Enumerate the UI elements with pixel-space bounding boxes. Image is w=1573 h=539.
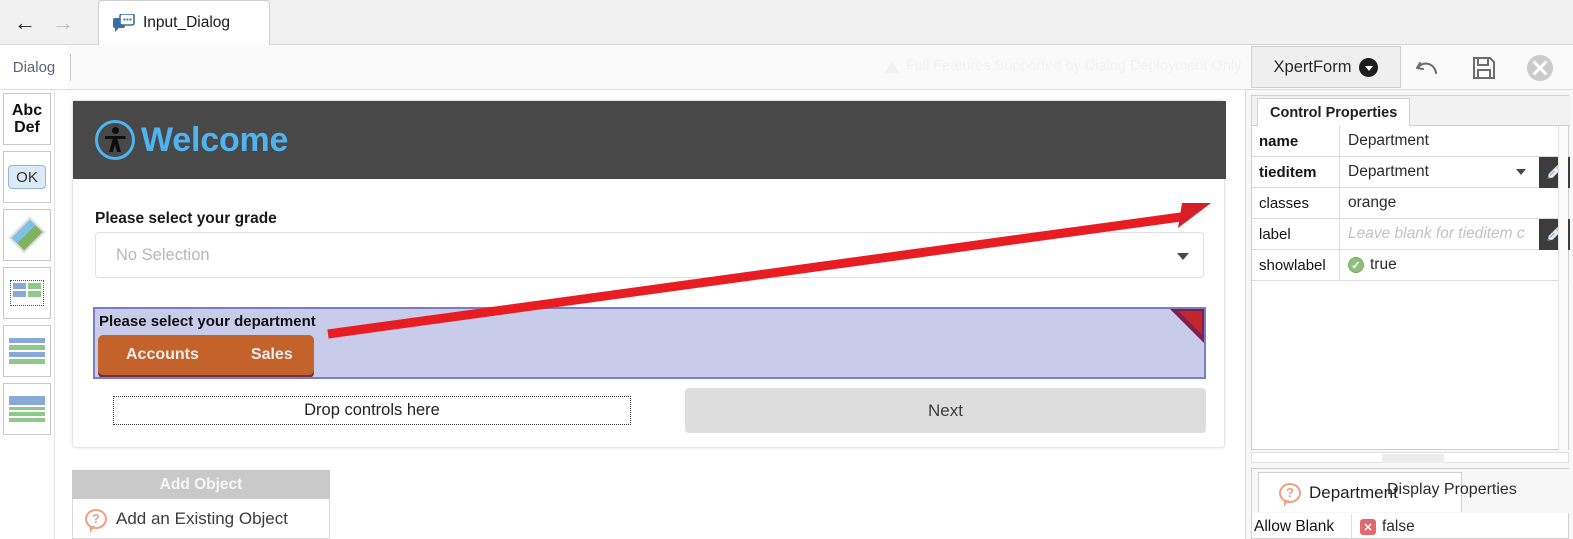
property-value[interactable]: ✓ true xyxy=(1340,250,1570,281)
palette-item-button-control[interactable]: OK xyxy=(3,151,51,203)
browser-tab-bar: ← → Input_Dialog xyxy=(0,0,1573,45)
browser-tab-title: Input_Dialog xyxy=(143,14,231,31)
display-property-value[interactable]: ✕ false xyxy=(1352,518,1570,536)
tab-display-properties[interactable]: Display Properties xyxy=(1387,481,1517,499)
property-row-tieditem[interactable]: tieditem Department xyxy=(1252,156,1570,188)
department-tab-group[interactable]: Accounts Sales xyxy=(98,335,314,375)
drop-controls-zone[interactable]: Drop controls here xyxy=(113,396,631,425)
property-value-placeholder[interactable]: Leave blank for tieditem c xyxy=(1340,219,1570,250)
xpertform-label: XpertForm xyxy=(1273,57,1352,76)
display-properties-tabstrip: ? Department Display Properties xyxy=(1252,469,1570,513)
department-field-label: Please select your department xyxy=(99,313,316,330)
add-existing-object-label: Add an Existing Object xyxy=(116,508,288,528)
selection-corner-marker-inner xyxy=(1178,311,1202,335)
grade-field-label: Please select your grade xyxy=(95,210,277,227)
add-existing-object-item[interactable]: ? Add an Existing Object xyxy=(72,499,330,539)
xpertform-dropdown-button[interactable]: XpertForm xyxy=(1251,46,1401,88)
property-row-label[interactable]: label Leave blank for tieditem c xyxy=(1252,218,1570,250)
forward-arrow-icon[interactable]: → xyxy=(48,8,78,38)
add-object-panel: Add Object ? Add an Existing Object xyxy=(72,470,330,539)
grade-select-value: No Selection xyxy=(116,245,210,264)
form-header: Welcome xyxy=(73,101,1226,179)
property-row-classes[interactable]: classes orange xyxy=(1252,187,1570,219)
scrollbar-thumb[interactable] xyxy=(1382,454,1444,463)
department-control-panel[interactable]: Please select your department Accounts S… xyxy=(93,307,1206,379)
control-properties-card: Control Properties name Department tiedi… xyxy=(1251,95,1570,451)
chevron-down-icon xyxy=(1359,57,1379,77)
tab-dialog[interactable]: Dialog xyxy=(0,45,68,89)
question-balloon-icon: ? xyxy=(85,508,107,533)
properties-vertical-scrollbar[interactable] xyxy=(1558,126,1568,451)
deployment-warning: Full Features Supported by Dialog Deploy… xyxy=(885,58,1241,74)
property-key: label xyxy=(1252,218,1340,250)
palette-ok-button-icon: OK xyxy=(8,165,46,189)
palette-item-image-control[interactable] xyxy=(3,209,51,261)
form-title: Welcome xyxy=(141,121,289,159)
close-button[interactable] xyxy=(1522,50,1558,86)
grade-select[interactable]: No Selection xyxy=(95,232,1204,278)
application-window: ← → Input_Dialog Dialog Full Features Su… xyxy=(0,0,1573,539)
property-key: name xyxy=(1252,125,1340,157)
tab-department-label: Department xyxy=(1309,482,1398,502)
x-false-icon: ✕ xyxy=(1360,519,1376,535)
tab-control-properties[interactable]: Control Properties xyxy=(1257,98,1411,127)
property-value-text: true xyxy=(1370,256,1397,273)
property-row-name[interactable]: name Department xyxy=(1252,125,1570,157)
property-value[interactable]: Department xyxy=(1340,157,1570,188)
palette-label-abc: Abc Def xyxy=(11,102,43,136)
property-value[interactable]: orange xyxy=(1340,188,1570,219)
palette-item-stacked-layout[interactable] xyxy=(3,383,51,435)
next-button[interactable]: Next xyxy=(685,388,1206,433)
two-column-layout-icon xyxy=(10,280,44,306)
department-tab-accounts[interactable]: Accounts xyxy=(112,335,213,375)
properties-horizontal-scrollbar[interactable] xyxy=(1251,452,1569,463)
dialog-speech-bubble-icon xyxy=(113,13,135,32)
display-property-value-text: false xyxy=(1382,518,1415,535)
property-row-showlabel[interactable]: showlabel ✓ true xyxy=(1252,249,1570,281)
warning-triangle-icon xyxy=(885,61,899,73)
browser-tab-input-dialog[interactable]: Input_Dialog xyxy=(98,0,270,45)
add-object-header: Add Object xyxy=(72,470,330,499)
control-palette: Abc Def OK xyxy=(0,90,55,539)
property-key: tieditem xyxy=(1252,156,1340,188)
toolbar-divider xyxy=(70,54,71,81)
property-value[interactable]: Department xyxy=(1340,126,1570,157)
palette-item-rows-layout[interactable] xyxy=(3,325,51,377)
back-arrow-icon[interactable]: ← xyxy=(10,8,40,38)
deployment-warning-text: Full Features Supported by Dialog Deploy… xyxy=(906,58,1242,74)
dialog-form-card: Welcome Please select your grade No Sele… xyxy=(72,100,1226,448)
image-icon xyxy=(8,216,46,254)
property-key: showlabel xyxy=(1252,249,1340,281)
form-canvas: Welcome Please select your grade No Sele… xyxy=(55,90,1245,539)
chevron-down-icon[interactable] xyxy=(1516,169,1526,175)
display-property-row-allow-blank[interactable]: Allow Blank ✕ false xyxy=(1252,514,1570,539)
accessibility-icon xyxy=(95,120,135,160)
save-button[interactable] xyxy=(1466,50,1502,86)
display-property-key: Allow Blank xyxy=(1252,514,1352,539)
property-key: classes xyxy=(1252,187,1340,219)
control-properties-tabstrip: Control Properties xyxy=(1252,96,1570,127)
stacked-layout-icon xyxy=(9,396,45,423)
properties-panel: Control Properties name Department tiedi… xyxy=(1245,90,1573,539)
check-true-icon: ✓ xyxy=(1348,257,1364,273)
palette-item-two-column-layout[interactable] xyxy=(3,267,51,319)
display-properties-card: ? Department Display Properties Allow Bl… xyxy=(1251,468,1570,539)
undo-button[interactable] xyxy=(1410,50,1446,86)
palette-item-label-control[interactable]: Abc Def xyxy=(3,93,51,145)
question-balloon-icon: ? xyxy=(1279,482,1301,507)
rows-layout-icon xyxy=(9,338,45,364)
chevron-down-icon xyxy=(1177,253,1189,260)
department-tab-sales[interactable]: Sales xyxy=(237,335,307,375)
